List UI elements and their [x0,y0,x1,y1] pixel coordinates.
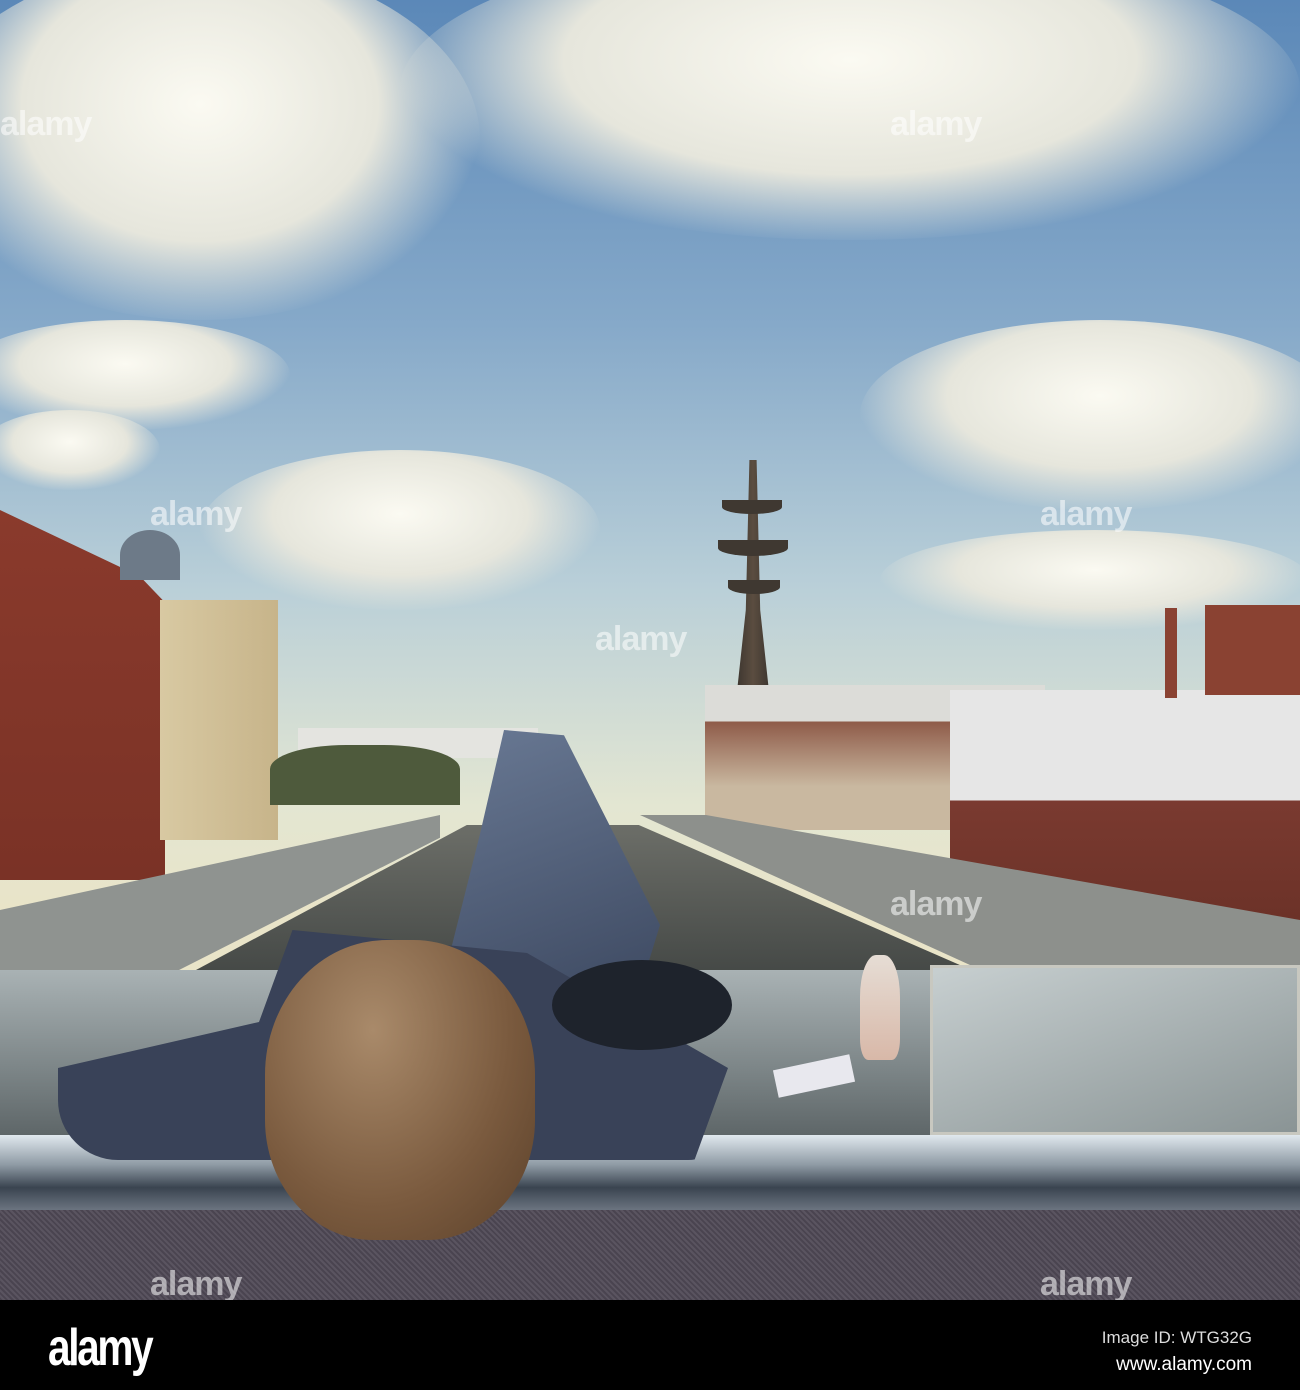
photo: alamy alamy alamy alamy alamy alamy alam… [0,0,1300,1300]
website-link[interactable]: www.alamy.com [1116,1354,1252,1376]
cat-figurine [860,955,900,1060]
watermark-bar: alamy Image ID: WTG32G www.alamy.com [0,1300,1300,1390]
watermark-text: alamy [1040,495,1132,533]
image-id: Image ID: WTG32G [1101,1328,1252,1347]
alamy-logo: alamy [48,1319,154,1377]
trees [270,745,460,805]
watermark-text: alamy [0,105,92,143]
bag [552,960,732,1050]
beige-buildings [160,600,278,840]
watermark-text: alamy [1040,1265,1132,1300]
watermark-text: alamy [890,885,982,923]
watermark-text: alamy [890,105,982,143]
cloud [0,0,480,320]
watermark-text: alamy [150,1265,242,1300]
cloud [860,320,1300,510]
ship-sail [718,540,788,556]
red-building-right [1205,605,1300,695]
watermark-text: alamy [150,495,242,533]
dome [120,530,180,580]
watermark-text: alamy [595,620,687,658]
ship-sail [722,500,782,514]
ship-sail [728,580,780,594]
cloud [200,450,600,610]
cloud [400,0,1300,240]
glass-panel [930,965,1300,1135]
hair [265,940,535,1240]
cloud [0,410,160,490]
chimney [1165,608,1177,698]
